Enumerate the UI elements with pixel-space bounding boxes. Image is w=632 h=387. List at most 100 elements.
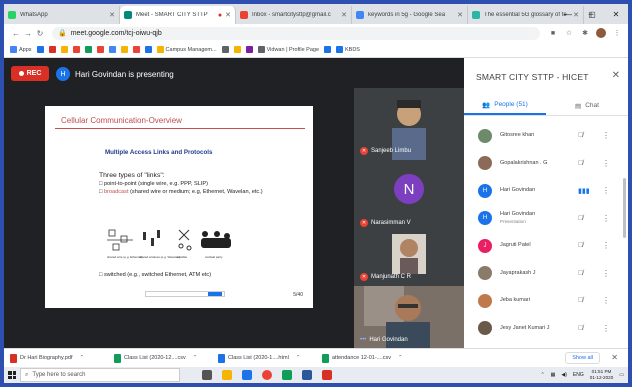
bookmark-item[interactable]: Campus Managem... — [156, 46, 217, 53]
close-icon[interactable]: ✕ — [341, 11, 347, 19]
more-options-icon[interactable]: ⋮ — [602, 214, 610, 223]
network-icon[interactable]: ▦ — [551, 372, 556, 378]
bookmark-item[interactable] — [233, 46, 241, 53]
participant-row[interactable]: Jeba kumari 🎙̸ ⋮ — [464, 287, 620, 315]
chrome-icon[interactable] — [262, 370, 272, 380]
video-tile[interactable]: N ✕ Narasimman V — [354, 160, 464, 232]
video-tile-self[interactable]: ••• Hari Govindan — [354, 286, 464, 348]
task-view-icon[interactable] — [202, 370, 212, 380]
extensions-icon[interactable]: ✱ — [580, 28, 590, 38]
bookmark-item[interactable] — [84, 46, 92, 53]
close-icon[interactable]: ✕ — [457, 11, 463, 19]
more-options-icon[interactable]: ⋮ — [602, 131, 610, 140]
participant-row[interactable]: H Hari Govindan ▮▮▮ ⋮ — [464, 177, 620, 205]
mic-off-icon[interactable]: 🎙̸ — [578, 160, 583, 167]
more-options-icon[interactable]: ⋮ — [602, 159, 610, 168]
video-tile[interactable]: ✕ Manjunath C R — [354, 232, 464, 286]
bookmark-item[interactable] — [144, 46, 152, 53]
participant-row[interactable]: H Hari Govindan Presentation 🎙̸ ⋮ — [464, 205, 620, 233]
bookmark-item[interactable] — [48, 46, 56, 53]
participant-row[interactable]: Gopalakrishnan . G 🎙̸ ⋮ — [464, 150, 620, 178]
mic-off-icon[interactable]: 🎙̸ — [578, 325, 583, 332]
bookmark-item[interactable] — [132, 46, 140, 53]
bookmark-item[interactable]: Vidwan | Profile Page — [257, 46, 319, 53]
excel-icon[interactable] — [282, 370, 292, 380]
mic-on-icon[interactable]: ▮▮▮ — [578, 187, 590, 195]
bookmark-item[interactable] — [120, 46, 128, 53]
tray-up-icon[interactable]: ⌃ — [540, 372, 544, 378]
mic-off-icon[interactable]: 🎙̸ — [578, 215, 583, 222]
bookmark-item[interactable] — [245, 46, 253, 53]
more-options-icon[interactable]: ⋮ — [602, 296, 610, 305]
language-indicator[interactable]: ENG — [573, 372, 584, 378]
tab-meet[interactable]: Meet - SMART CITY STTP ● ✕ — [120, 6, 236, 24]
minimize-icon[interactable]: — — [556, 4, 580, 24]
chevron-up-icon[interactable]: ⌃ — [398, 355, 403, 361]
bookmark-item[interactable] — [221, 46, 229, 53]
video-tile[interactable]: ✕ Sanjeeb Limbu — [354, 88, 464, 160]
panel-scrollbar[interactable] — [623, 178, 626, 238]
mic-off-icon[interactable]: 🎙̸ — [578, 132, 583, 139]
more-options-icon[interactable]: ⋮ — [602, 324, 610, 333]
chevron-up-icon[interactable]: ⌃ — [296, 355, 301, 361]
star-icon[interactable]: ☆ — [564, 28, 574, 38]
tab-people[interactable]: 👥 People (51) — [464, 96, 546, 115]
download-item[interactable]: Class List (2020-12....csv ⌃ — [114, 353, 218, 363]
menu-icon[interactable]: ⋮ — [612, 28, 622, 38]
bookmark-item[interactable] — [324, 46, 331, 53]
download-item[interactable]: attendance 12-01-....csv ⌃ — [322, 353, 426, 363]
close-icon[interactable]: ✕ — [225, 11, 231, 19]
mic-off-icon[interactable]: 🎙̸ — [578, 297, 583, 304]
participant-row[interactable]: Gitosree khan 🎙̸ ⋮ — [464, 122, 620, 150]
back-icon[interactable]: ← — [10, 29, 22, 38]
participant-row[interactable]: Jesy Janet Kumari J 🎙̸ ⋮ — [464, 315, 620, 343]
more-options-icon[interactable]: ⋮ — [602, 269, 610, 278]
volume-icon[interactable]: ◀) — [561, 372, 567, 378]
chevron-up-icon[interactable]: ⌃ — [79, 355, 84, 361]
bookmark-item[interactable] — [36, 46, 44, 53]
profile-avatar[interactable] — [596, 28, 606, 38]
camera-icon[interactable]: ■ — [548, 28, 558, 38]
participant-row[interactable]: J Jagruti Patel 🎙̸ ⋮ — [464, 232, 620, 260]
tab-google-search[interactable]: keywords in 5g - Google Sea ✕ — [352, 6, 468, 24]
bookmark-icon — [10, 46, 17, 53]
taskbar-search[interactable]: ⌕ Type here to search — [20, 368, 180, 382]
more-options-icon[interactable]: ⋮ — [602, 186, 610, 195]
url-field[interactable]: 🔒 meet.google.com/tcj-oiwu-qjb — [52, 26, 540, 40]
close-window-icon[interactable]: ✕ — [604, 4, 628, 24]
slide-player-button[interactable] — [208, 292, 222, 296]
bookmark-item[interactable] — [60, 46, 68, 53]
store-icon[interactable] — [242, 370, 252, 380]
close-icon[interactable]: ✕ — [612, 70, 620, 81]
forward-icon[interactable]: → — [22, 29, 34, 38]
clock[interactable]: 01:51 PM 01-12-2020 — [590, 369, 614, 381]
show-all-button[interactable]: Show all — [565, 352, 600, 364]
more-options-icon[interactable]: ⋮ — [602, 241, 610, 250]
tab-gmail[interactable]: Inbox - smartcitysttp@gmail.c ✕ — [236, 6, 352, 24]
bookmark-item[interactable] — [108, 46, 116, 53]
bookmark-item[interactable]: KBDS — [336, 46, 360, 53]
people-panel: SMART CITY STTP - HICET ✕ 👥 People (51) ▤… — [464, 58, 628, 348]
bookmark-item[interactable] — [96, 46, 104, 53]
tab-whatsapp[interactable]: WhatsApp ✕ — [4, 6, 120, 24]
word-icon[interactable] — [302, 370, 312, 380]
windows-start-button[interactable] — [4, 367, 20, 383]
close-icon[interactable]: ✕ — [109, 11, 115, 19]
maximize-icon[interactable]: ▢ — [580, 4, 604, 24]
mic-off-icon[interactable]: 🎙̸ — [578, 270, 583, 277]
download-item[interactable]: Dr Hari Biography.pdf ⌃ — [10, 353, 114, 363]
notifications-icon[interactable]: ▭ — [619, 372, 624, 378]
mic-off-icon[interactable]: 🎙̸ — [578, 242, 583, 249]
participant-avatar: H — [478, 183, 492, 198]
bookmark-item[interactable] — [72, 46, 80, 53]
participant-row[interactable]: Jayaprakash J 🎙̸ ⋮ — [464, 260, 620, 288]
close-icon[interactable]: ✕ — [611, 353, 618, 362]
reload-icon[interactable]: ↻ — [34, 29, 46, 38]
bookmark-item[interactable]: Apps — [10, 46, 32, 53]
download-item[interactable]: Class List (2020-1....html ⌃ — [218, 353, 322, 363]
tab-chat[interactable]: ▤ Chat — [546, 96, 628, 115]
file-explorer-icon[interactable] — [222, 370, 232, 380]
chevron-up-icon[interactable]: ⌃ — [193, 355, 198, 361]
slide-player-bar[interactable] — [145, 291, 225, 297]
pdf-icon[interactable] — [322, 370, 332, 380]
